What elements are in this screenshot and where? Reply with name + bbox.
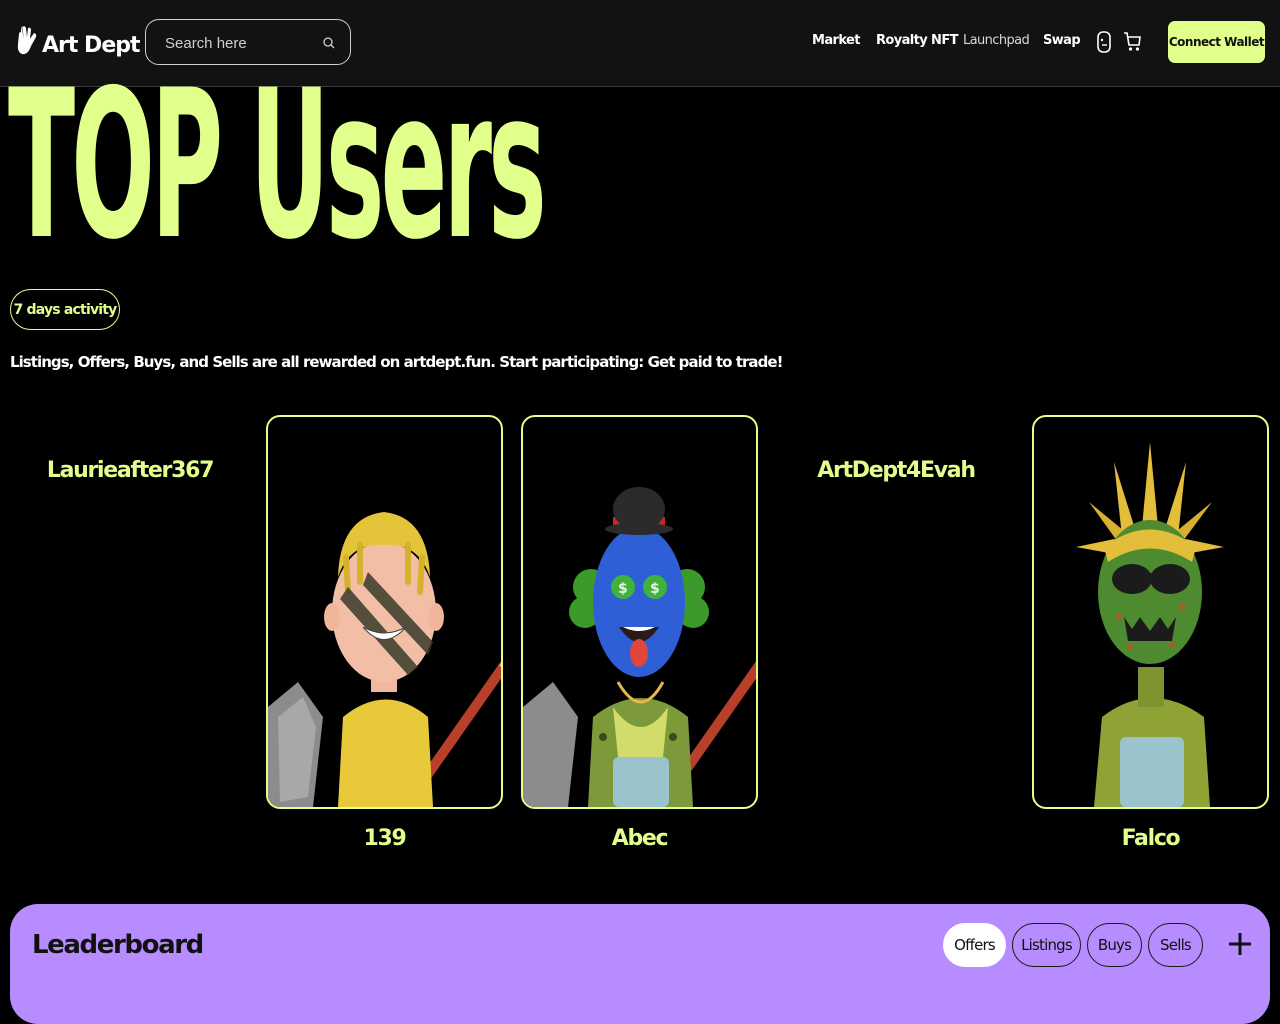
user-name-artdept4evah[interactable]: ArtDept4Evah xyxy=(776,458,1016,483)
nav-royalty-nft[interactable]: Royalty NFT xyxy=(876,33,958,48)
svg-text:$: $ xyxy=(618,581,628,597)
nav-launchpad[interactable]: Launchpad xyxy=(963,33,1030,48)
activity-period-badge[interactable]: 7 days activity xyxy=(10,289,120,330)
tab-buys[interactable]: Buys xyxy=(1087,923,1142,967)
user-name-laurieafter367[interactable]: Laurieafter367 xyxy=(10,458,250,483)
user-card-abec[interactable]: $ $ xyxy=(521,415,758,809)
leaderboard-panel: Leaderboard Offers Listings Buys Sells xyxy=(10,904,1270,1024)
tab-sells[interactable]: Sells xyxy=(1148,923,1203,967)
user-name-falco[interactable]: Falco xyxy=(1032,826,1269,851)
tab-offers[interactable]: Offers xyxy=(943,923,1006,967)
nav-swap[interactable]: Swap xyxy=(1043,33,1081,48)
user-card-139[interactable] xyxy=(266,415,503,809)
tab-listings[interactable]: Listings xyxy=(1012,923,1081,967)
user-name-abec[interactable]: Abec xyxy=(521,826,758,851)
rewards-tagline: Listings, Offers, Buys, and Sells are al… xyxy=(10,353,783,371)
user-name-139[interactable]: 139 xyxy=(266,826,503,851)
avatar-image xyxy=(268,512,501,807)
avatar-image: $ $ xyxy=(523,487,756,807)
page-title: TOP Users xyxy=(8,47,547,285)
profile-icon[interactable] xyxy=(1096,30,1112,54)
svg-text:$: $ xyxy=(650,581,660,597)
nav-market[interactable]: Market xyxy=(812,33,860,48)
cart-icon[interactable] xyxy=(1123,30,1142,52)
expand-plus-icon[interactable] xyxy=(1228,932,1252,956)
leaderboard-title: Leaderboard xyxy=(32,930,204,960)
avatar-image xyxy=(1076,442,1224,807)
user-card-falco[interactable] xyxy=(1032,415,1269,809)
connect-wallet-button[interactable]: Connect Wallet xyxy=(1168,21,1265,63)
